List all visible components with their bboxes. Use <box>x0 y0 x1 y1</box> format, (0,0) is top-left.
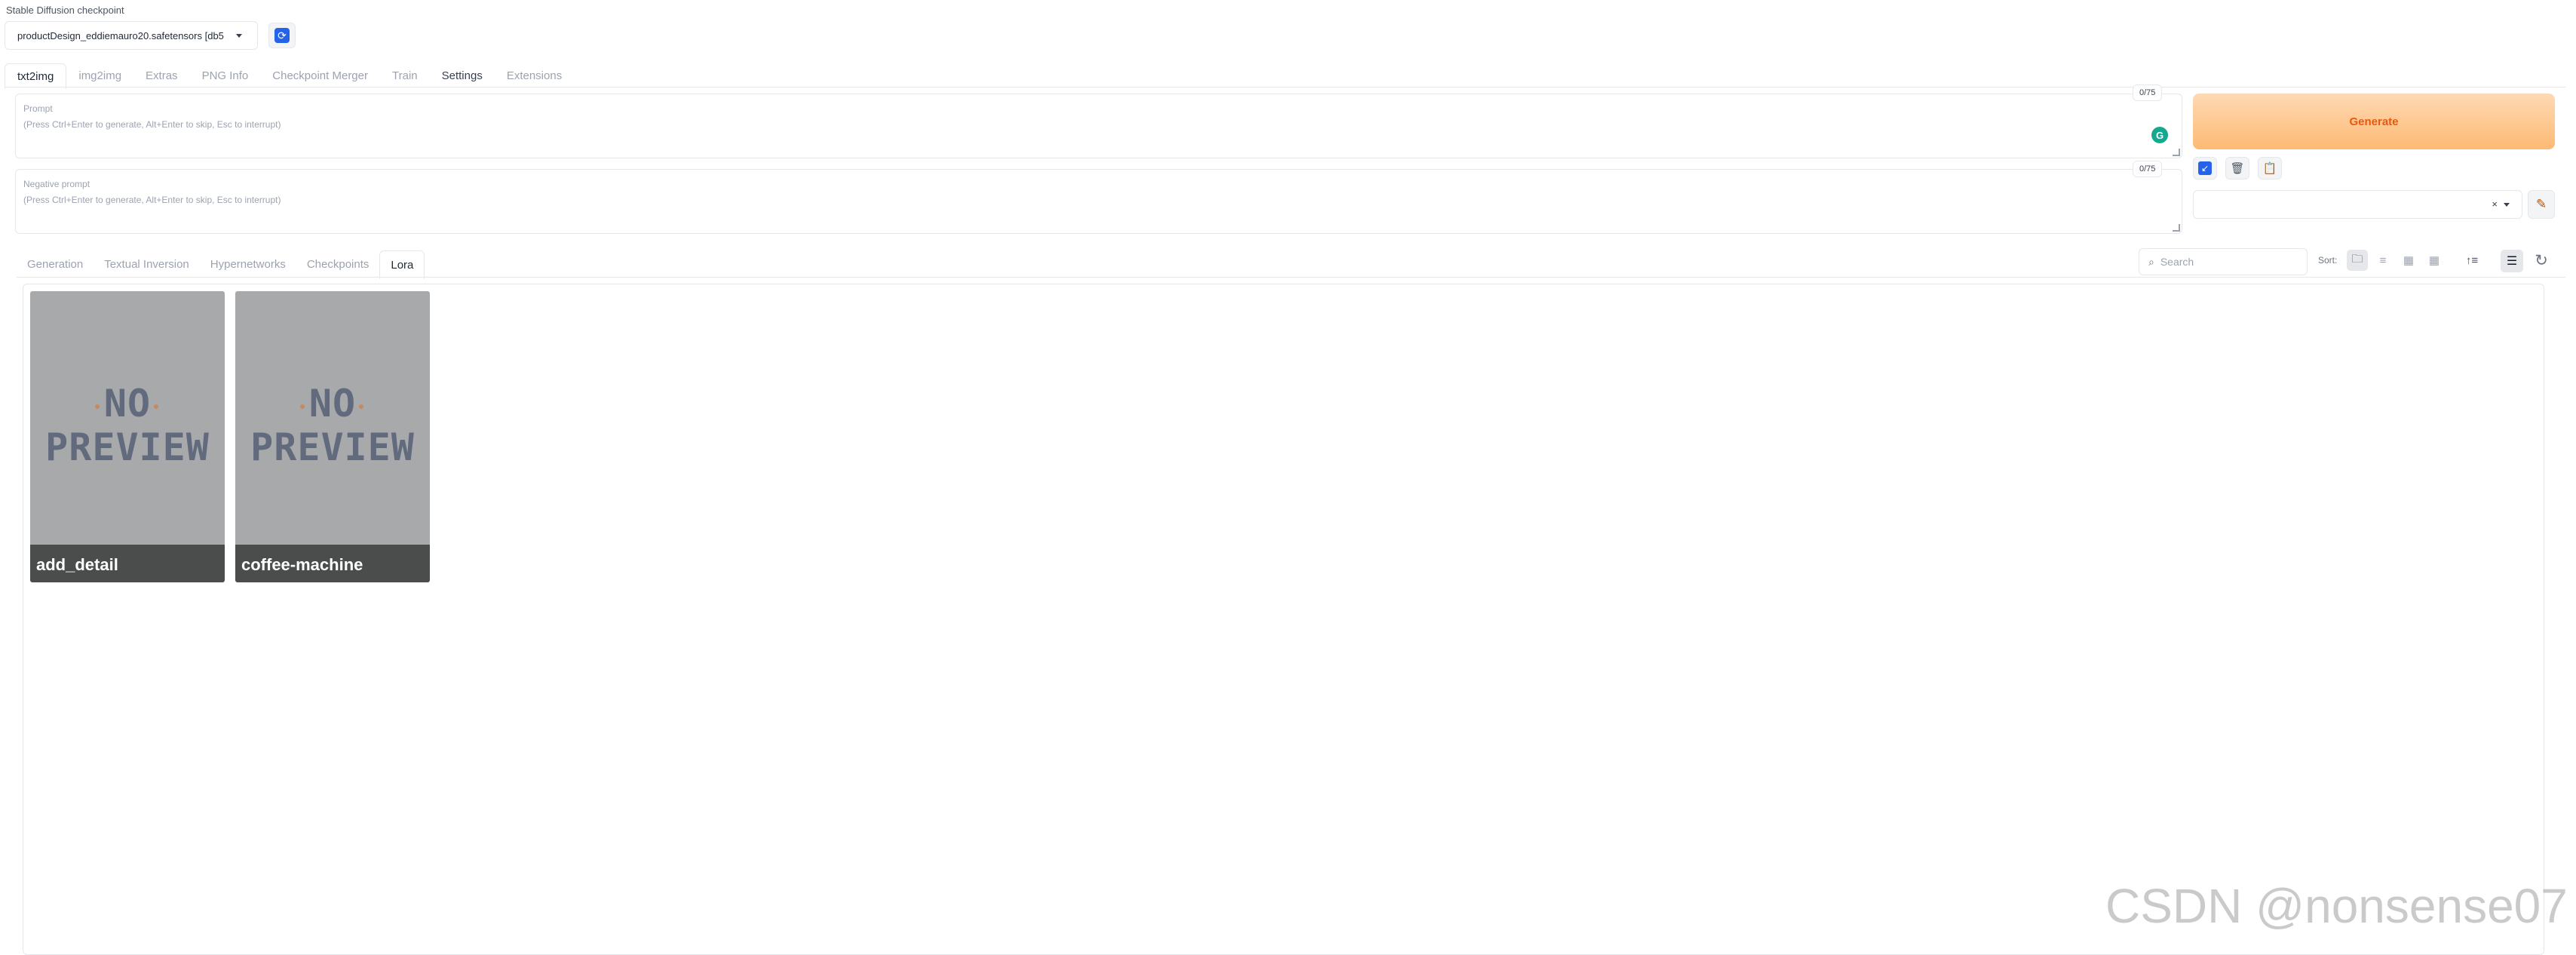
no-preview-text: NO <box>308 382 357 425</box>
sort-by-date-modified-button[interactable]: ▦ <box>2424 250 2445 271</box>
no-preview-image: NO PREVIEW <box>30 382 225 469</box>
refresh-icon: ⟳ <box>274 28 290 43</box>
no-preview-text: PREVIEW <box>45 425 210 469</box>
tree-view-button[interactable]: ☰ <box>2501 250 2523 272</box>
card-title: add_detail <box>30 545 225 582</box>
chevron-down-icon <box>2504 203 2510 207</box>
tab-train[interactable]: Train <box>380 63 430 88</box>
calendar-plus-icon: ▦ <box>2403 254 2415 267</box>
lora-card[interactable]: NO PREVIEW add_detail <box>30 291 225 582</box>
decoration-dot <box>154 404 158 409</box>
apply-styles-button[interactable]: 📋 <box>2258 157 2282 180</box>
trash-icon: 🗑 <box>2230 162 2245 175</box>
search-input[interactable]: ⌕ Search <box>2139 248 2308 275</box>
sort-alpha-icon: ≡ <box>2379 253 2387 267</box>
close-icon[interactable]: × <box>2492 198 2498 210</box>
negative-prompt-label: Negative prompt <box>23 179 90 189</box>
checkpoint-dropdown[interactable]: productDesign_eddiemauro20.safetensors [… <box>5 21 258 50</box>
no-preview-text: PREVIEW <box>250 425 415 469</box>
lora-card[interactable]: NO PREVIEW coffee-machine <box>235 291 430 582</box>
clipboard-icon: 📋 <box>2262 162 2277 175</box>
tab-textual-inversion[interactable]: Textual Inversion <box>94 250 200 278</box>
no-preview-image: NO PREVIEW <box>235 382 430 469</box>
sort-label: Sort: <box>2318 255 2338 266</box>
search-placeholder: Search <box>2160 256 2194 268</box>
tab-img2img[interactable]: img2img <box>66 63 133 88</box>
read-params-button[interactable]: ↙ <box>2193 157 2217 180</box>
refresh-checkpoints-button[interactable]: ⟳ <box>268 23 296 48</box>
pencil-icon: ✎ <box>2535 197 2547 211</box>
folder-search-icon: 🗀 <box>2351 252 2363 266</box>
prompt-placeholder: (Press Ctrl+Enter to generate, Alt+Enter… <box>23 119 281 130</box>
sort-by-path-button[interactable]: 🗀 <box>2347 250 2368 271</box>
no-preview-text: NO <box>103 382 152 425</box>
decoration-dot <box>95 404 100 409</box>
search-icon: ⌕ <box>2148 255 2154 268</box>
decoration-dot <box>300 404 305 409</box>
sort-ascending-icon: ↑≡ <box>2465 253 2479 267</box>
tabs-divider <box>5 87 2565 88</box>
edit-styles-button[interactable]: ✎ <box>2528 190 2555 219</box>
sort-by-date-created-button[interactable]: ▦ <box>2398 250 2419 271</box>
sort-by-name-button[interactable]: ≡ <box>2372 250 2394 271</box>
tab-txt2img[interactable]: txt2img <box>5 63 67 89</box>
tab-extensions[interactable]: Extensions <box>495 63 574 88</box>
checkpoint-label: Stable Diffusion checkpoint <box>6 5 124 16</box>
refresh-icon: ↻ <box>2535 251 2548 269</box>
resize-handle-icon[interactable] <box>2173 149 2180 156</box>
main-tabs: txt2img img2img Extras PNG Info Checkpoi… <box>5 63 574 89</box>
refresh-cards-button[interactable]: ↻ <box>2531 250 2552 271</box>
clear-prompt-button[interactable]: 🗑 <box>2225 157 2249 180</box>
prompt-token-counter: 0/75 <box>2133 84 2163 101</box>
sub-tabs-divider <box>17 277 2565 278</box>
tab-extras[interactable]: Extras <box>133 63 190 88</box>
checkpoint-value: productDesign_eddiemauro20.safetensors [… <box>17 29 224 41</box>
tab-hypernetworks[interactable]: Hypernetworks <box>200 250 296 278</box>
grammarly-icon[interactable]: G <box>2151 127 2168 143</box>
negative-prompt-token-counter: 0/75 <box>2133 161 2163 177</box>
tab-generation[interactable]: Generation <box>17 250 94 278</box>
styles-dropdown[interactable]: × <box>2193 190 2522 219</box>
tab-lora[interactable]: Lora <box>379 250 425 279</box>
tab-checkpoints[interactable]: Checkpoints <box>296 250 380 278</box>
chevron-down-icon <box>236 34 242 38</box>
prompt-label: Prompt <box>23 103 53 114</box>
sort-direction-button[interactable]: ↑≡ <box>2461 250 2482 271</box>
card-title: coffee-machine <box>235 545 430 582</box>
arrow-paste-icon: ↙ <box>2198 161 2212 175</box>
extra-networks-tabs: Generation Textual Inversion Hypernetwor… <box>17 250 425 279</box>
negative-prompt-textarea[interactable]: Negative prompt (Press Ctrl+Enter to gen… <box>15 169 2182 234</box>
tree-list-icon: ☰ <box>2506 255 2518 268</box>
calendar-edit-icon: ▦ <box>2428 254 2440 267</box>
tab-settings[interactable]: Settings <box>430 63 495 88</box>
watermark-text: CSDN @nonsense07 <box>2105 879 2568 933</box>
negative-prompt-placeholder: (Press Ctrl+Enter to generate, Alt+Enter… <box>23 195 281 205</box>
tab-checkpoint-merger[interactable]: Checkpoint Merger <box>260 63 380 88</box>
decoration-dot <box>359 404 363 409</box>
prompt-textarea[interactable]: Prompt (Press Ctrl+Enter to generate, Al… <box>15 94 2182 158</box>
generate-button[interactable]: Generate <box>2193 94 2555 149</box>
tab-png-info[interactable]: PNG Info <box>190 63 261 88</box>
resize-handle-icon[interactable] <box>2173 224 2180 232</box>
